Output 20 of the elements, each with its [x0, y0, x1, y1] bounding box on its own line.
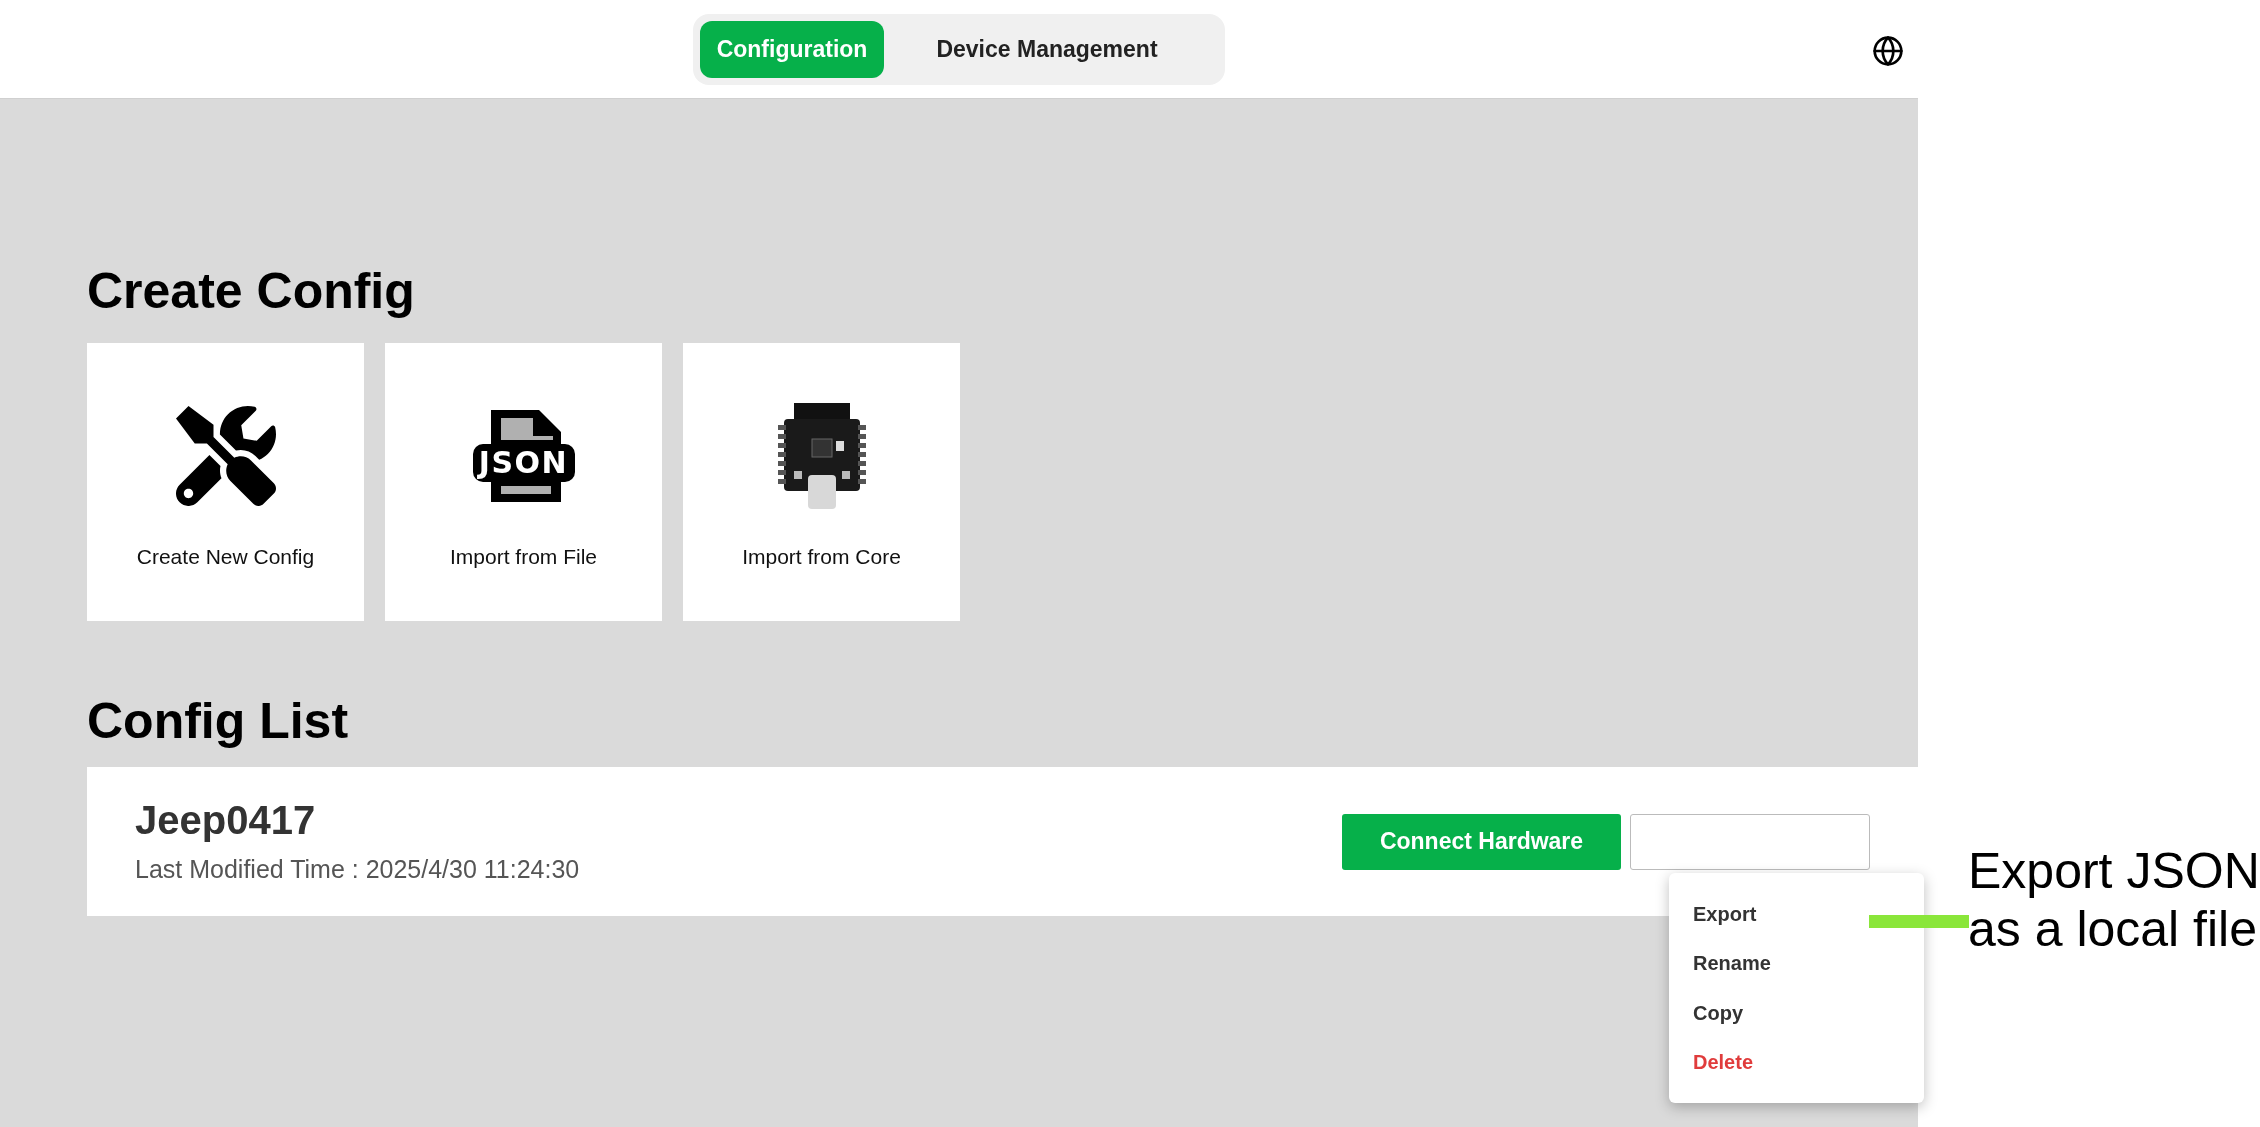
create-card[interactable]: Import from Core: [683, 343, 960, 621]
icon-label: JSON: [476, 445, 570, 480]
section-title: Create Config: [87, 262, 416, 321]
menu-item[interactable]: Delete: [1669, 1037, 1924, 1087]
create-card[interactable]: JSON Import from File: [385, 343, 662, 621]
config-name: Jeep0417: [135, 796, 317, 844]
language-icon[interactable]: [1872, 35, 1904, 67]
menu-item[interactable]: Copy: [1669, 988, 1924, 1038]
annotation-text: as a local file: [1968, 900, 2259, 958]
card-label: Import from File: [450, 544, 597, 570]
tools-icon: [175, 405, 276, 506]
create-card[interactable]: Create New Config: [87, 343, 364, 621]
menu-item[interactable]: Rename: [1669, 938, 1924, 988]
card-label: Create New Config: [136, 544, 315, 570]
section-title: Config List: [87, 692, 350, 751]
tab[interactable]: Device Management: [892, 20, 1202, 78]
card-label: Import from Core: [742, 544, 901, 570]
menu-item[interactable]: Export: [1669, 889, 1924, 939]
annotation-text: Export JSON: [1968, 842, 2260, 900]
modified-time: Last Modified Time : 2025/4/30 11:24:30: [135, 853, 581, 885]
